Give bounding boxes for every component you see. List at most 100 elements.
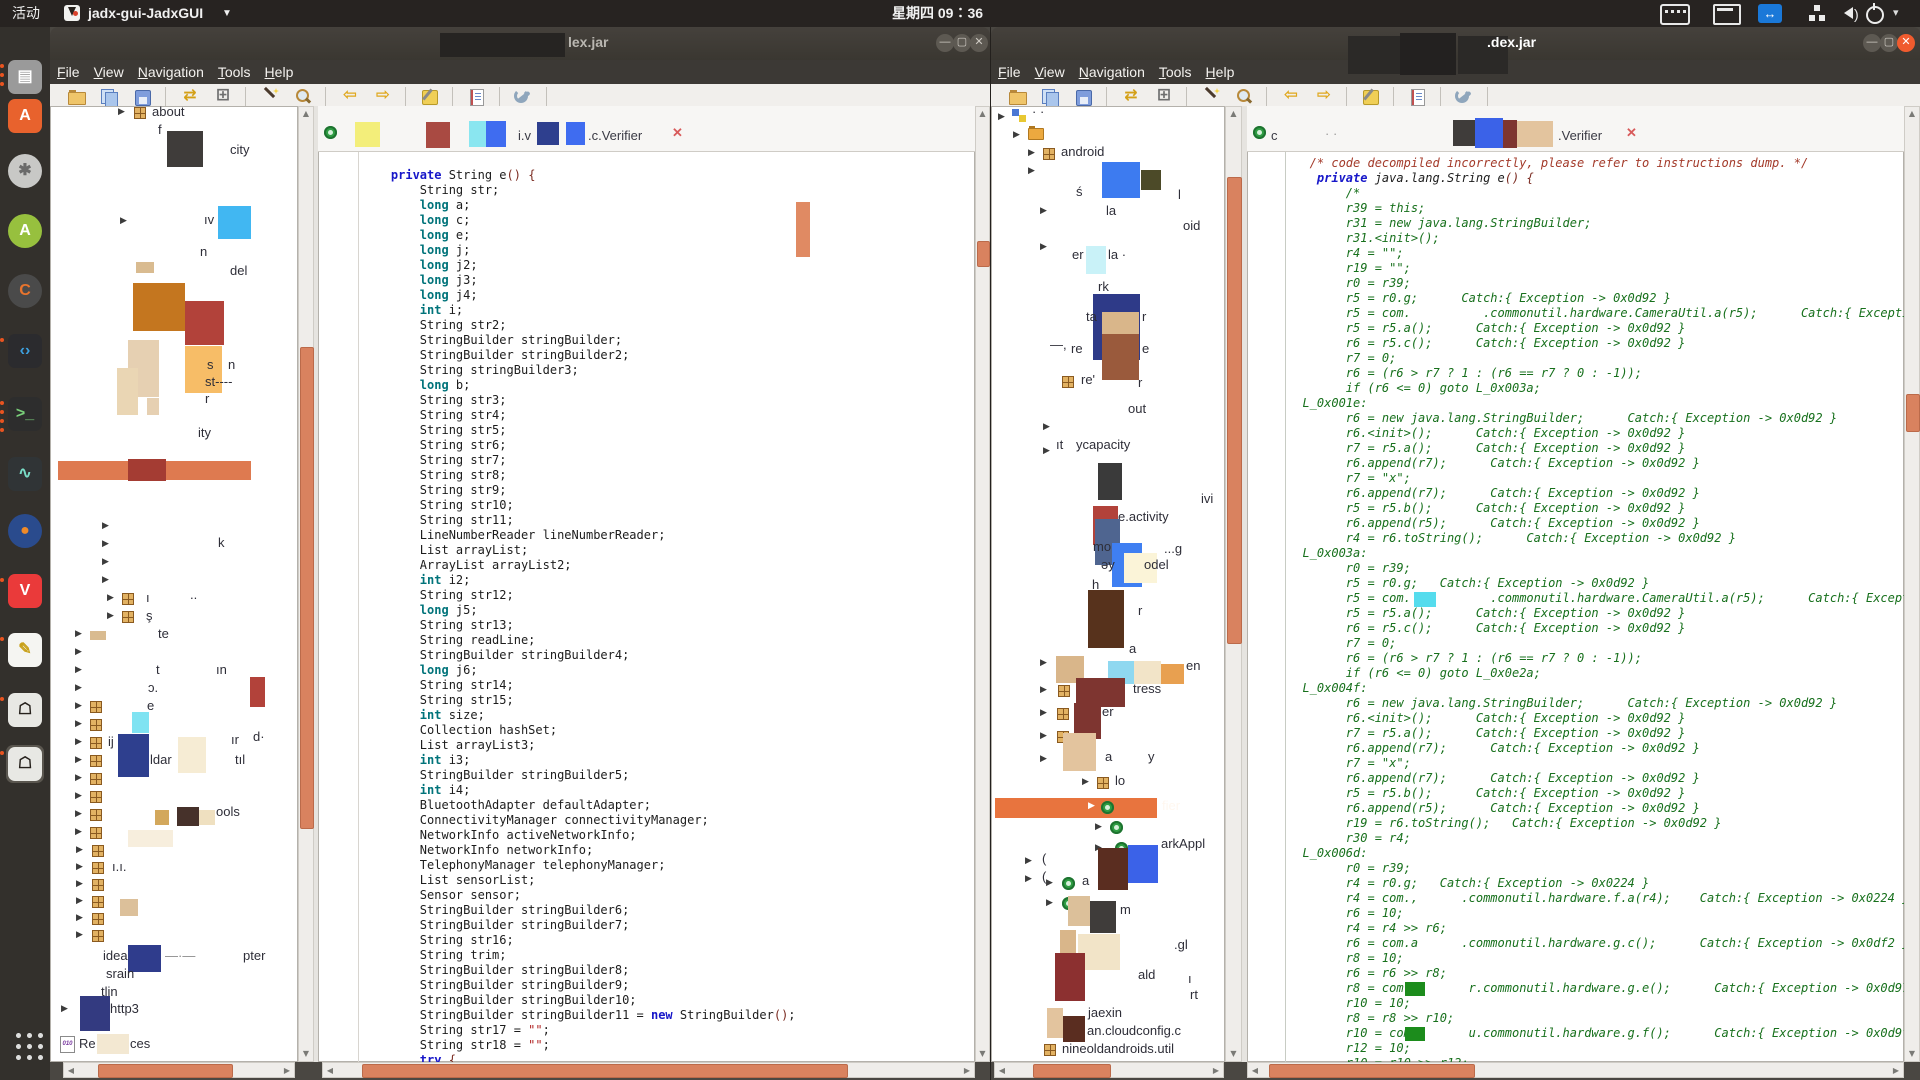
forward-button[interactable]: ⇨ — [372, 87, 394, 107]
code-line: r7 = "x"; — [1288, 756, 1904, 771]
code-line: L_0x006d: — [1288, 846, 1904, 861]
dock-item-software[interactable]: A — [6, 97, 44, 135]
teamviewer-icon[interactable]: ↔ — [1758, 4, 1782, 23]
right-titlebar[interactable] — [991, 27, 1920, 61]
left-close-button[interactable]: ✕ — [970, 34, 988, 52]
code-line: long j5; — [362, 603, 974, 618]
log-button[interactable] — [1407, 87, 1429, 107]
sync-button[interactable]: ⇄ — [179, 87, 201, 107]
menu-file[interactable]: File — [998, 60, 1021, 84]
left-code-editor[interactable]: private String e() { String str; long a;… — [362, 168, 974, 1062]
copy-button[interactable] — [1040, 87, 1062, 107]
wrench-button[interactable] — [1454, 87, 1476, 107]
left-titlebar[interactable] — [50, 27, 990, 61]
volume-icon[interactable] — [1838, 7, 1853, 19]
open-button[interactable] — [1007, 87, 1029, 107]
dock-item-crossover[interactable]: C — [6, 272, 44, 310]
toolbar-separator — [1266, 87, 1267, 106]
right-code-hscrollbar[interactable]: ◀▶ — [1247, 1062, 1904, 1078]
search-button[interactable] — [292, 87, 314, 107]
chevron-down-icon[interactable]: ▾ — [1893, 0, 1899, 27]
dock-item-vivaldi[interactable]: V — [6, 572, 44, 610]
menu-view[interactable]: View — [94, 60, 124, 84]
save-button[interactable] — [132, 87, 154, 107]
menu-view[interactable]: View — [1035, 60, 1065, 84]
left-tree-vscrollbar[interactable]: ▲▼ — [298, 106, 314, 1062]
dock-item-vscode[interactable]: ‹› — [6, 332, 44, 370]
code-line: r5 = com. .commonutil.hardware.CameraUti… — [1288, 306, 1904, 321]
right-maximize-button[interactable]: ▢ — [1880, 34, 1898, 52]
menu-navigation[interactable]: Navigation — [1079, 60, 1145, 84]
right-tree-vscrollbar[interactable]: ▲▼ — [1225, 106, 1242, 1062]
menu-help[interactable]: Help — [1206, 60, 1235, 84]
left-tabbar[interactable] — [318, 106, 975, 152]
menu-tools[interactable]: Tools — [218, 60, 251, 84]
input-method-icon[interactable] — [1713, 4, 1741, 25]
keyboard-icon[interactable] — [1660, 4, 1690, 25]
copy-button[interactable] — [99, 87, 121, 107]
code-line: String str16; — [362, 933, 974, 948]
dock-item-notes[interactable]: ✎ — [6, 631, 44, 669]
right-tree-panel[interactable] — [991, 106, 1225, 1062]
right-close-button[interactable]: ✕ — [1897, 34, 1915, 52]
activities-button[interactable]: 活动 — [12, 0, 40, 27]
code-line: r5 = r5.b(); Catch:{ Exception -> 0x0d92… — [1288, 786, 1904, 801]
dock-item-jadx2[interactable]: ☖ — [6, 745, 44, 783]
back-button[interactable]: ⇦ — [339, 87, 361, 107]
clock[interactable]: 星期四 09∶36 — [892, 0, 983, 27]
left-code-hscrollbar[interactable]: ◀▶ — [322, 1062, 975, 1078]
code-line: String str9; — [362, 483, 974, 498]
open-button[interactable] — [66, 87, 88, 107]
right-tree-hscrollbar[interactable]: ◀▶ — [994, 1062, 1224, 1078]
code-line: r7 = "x"; — [1288, 471, 1904, 486]
back-button[interactable]: ⇦ — [1280, 87, 1302, 107]
wand-button[interactable] — [1200, 87, 1222, 107]
code-line: long j6; — [362, 663, 974, 678]
wrench-button[interactable] — [513, 87, 535, 107]
toolbar-separator — [1346, 87, 1347, 106]
edit-button[interactable] — [419, 87, 441, 107]
menu-tools[interactable]: Tools — [1159, 60, 1192, 84]
code-line: String str; — [362, 183, 974, 198]
sync-button[interactable]: ⇄ — [1120, 87, 1142, 107]
right-code-vscrollbar[interactable]: ▲▼ — [1904, 106, 1920, 1062]
edit-button[interactable] — [1360, 87, 1382, 107]
grid-button[interactable]: ⊞ — [212, 87, 234, 107]
menu-navigation[interactable]: Navigation — [138, 60, 204, 84]
code-line: if (r6 <= 0) goto L_0x0e2a; — [1288, 666, 1904, 681]
code-line: r6.append(r7); Catch:{ Exception -> 0x0d… — [1288, 486, 1904, 501]
right-minimize-button[interactable]: — — [1863, 34, 1881, 52]
dock-item-files[interactable]: ▤ — [6, 58, 44, 96]
save-button[interactable] — [1073, 87, 1095, 107]
log-button[interactable] — [466, 87, 488, 107]
dock-item-terminal[interactable]: >_ — [6, 395, 44, 433]
code-line: private String e() { — [362, 168, 974, 183]
left-code-vscrollbar[interactable]: ▲▼ — [975, 106, 990, 1062]
toolbar-separator — [1186, 87, 1187, 106]
forward-button[interactable]: ⇨ — [1313, 87, 1335, 107]
code-line: String str5; — [362, 423, 974, 438]
code-line: private java.lang.String e() { — [1288, 171, 1904, 186]
show-applications-grid[interactable] — [13, 1030, 43, 1060]
left-maximize-button[interactable]: ▢ — [953, 34, 971, 52]
toolbar-separator — [1393, 87, 1394, 106]
dock-item-jadx1[interactable]: ☖ — [6, 691, 44, 729]
code-line: StringBuilder stringBuilder9; — [362, 978, 974, 993]
wand-button[interactable] — [259, 87, 281, 107]
left-tree-hscrollbar[interactable]: ◀▶ — [63, 1062, 295, 1078]
network-icon[interactable] — [1808, 4, 1826, 22]
menu-help[interactable]: Help — [265, 60, 294, 84]
grid-button[interactable]: ⊞ — [1153, 87, 1175, 107]
power-icon[interactable] — [1866, 6, 1884, 24]
dock-item-firefox[interactable]: ● — [6, 512, 44, 550]
dock-item-studio[interactable]: A — [6, 212, 44, 250]
menu-file[interactable]: File — [57, 60, 80, 84]
left-minimize-button[interactable]: — — [936, 34, 954, 52]
dock-item-settings[interactable]: ✱ — [6, 152, 44, 190]
search-button[interactable] — [1233, 87, 1255, 107]
right-code-editor[interactable]: /* code decompiled incorrectly, please r… — [1288, 156, 1904, 1062]
app-menu-title[interactable]: jadx-gui-JadxGUI — [88, 0, 203, 27]
right-tabbar[interactable] — [1247, 106, 1904, 152]
left-tree-panel[interactable] — [50, 106, 298, 1062]
dock-item-monitor[interactable]: ∿ — [6, 455, 44, 493]
